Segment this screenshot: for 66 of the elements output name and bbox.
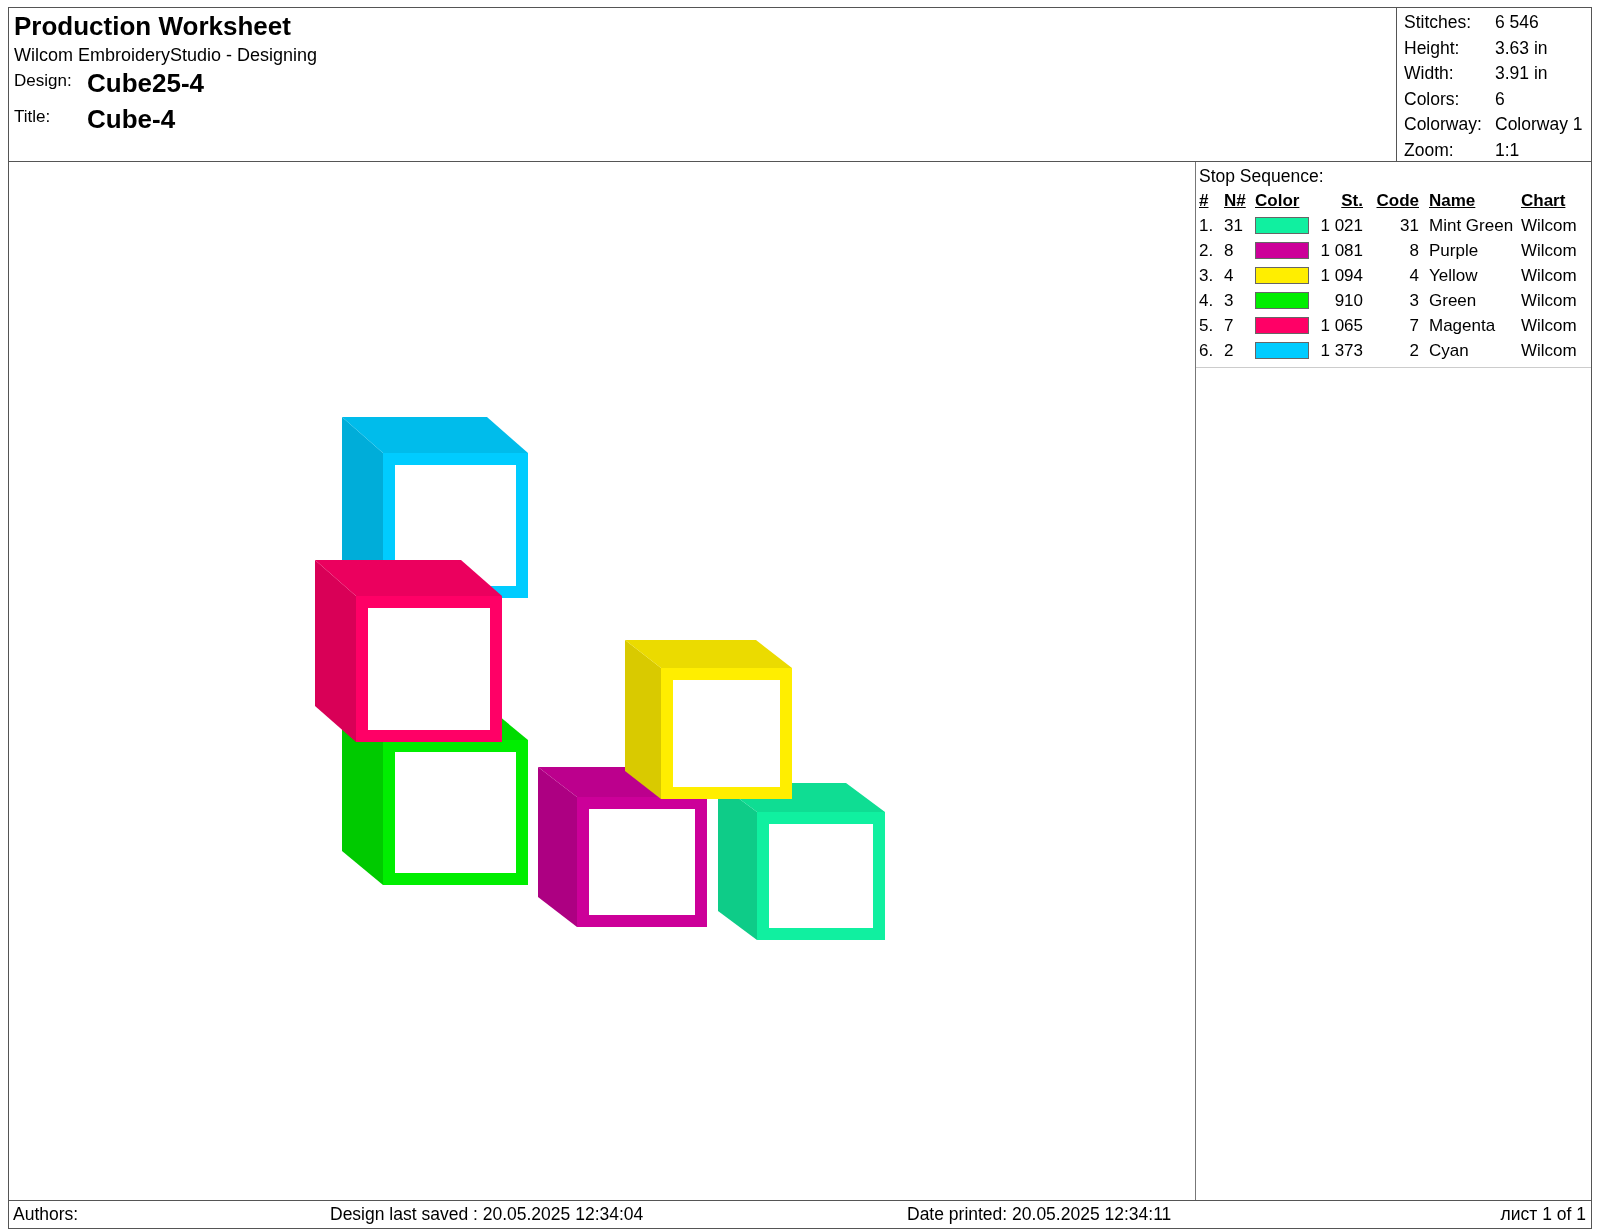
column-header: # xyxy=(1199,190,1210,211)
table-cell-text: 2 xyxy=(1224,340,1235,361)
table-cell-text: Magenta xyxy=(1428,315,1497,336)
table-cell-text: 5. xyxy=(1199,315,1215,336)
summary-label: Stitches: xyxy=(1404,12,1473,34)
summary-value: Colorway 1 xyxy=(1495,114,1583,136)
table-cell-text: 1 081 xyxy=(1319,240,1363,261)
last-saved-date: Design last saved : 20.05.2025 12:34:04 xyxy=(330,1204,645,1225)
table-cell-text: Wilcom xyxy=(1521,290,1578,311)
table-cell-text: Green xyxy=(1428,290,1478,311)
summary-label: Width: xyxy=(1404,63,1455,85)
summary-label: Colorway: xyxy=(1404,114,1483,136)
table-cell-text: 4 xyxy=(1408,265,1419,286)
summary-value: 3.91 in xyxy=(1495,63,1548,85)
software-name: Wilcom EmbroideryStudio - Designing xyxy=(14,44,319,67)
table-cell-text: 910 xyxy=(1333,290,1363,311)
table-cell-text: 2 xyxy=(1408,340,1419,361)
summary-value: 3.63 in xyxy=(1495,37,1548,59)
table-cell-text: 2. xyxy=(1199,240,1215,261)
table-cell-text: 1 065 xyxy=(1319,315,1363,336)
table-cell-text: 8 xyxy=(1408,240,1419,261)
column-header: St. xyxy=(1340,190,1363,211)
table-cell-text: 3 xyxy=(1408,290,1419,311)
table-cell-text: Wilcom xyxy=(1521,340,1578,361)
field-label: Design: xyxy=(14,71,73,91)
page-number: лист 1 of 1 xyxy=(1500,1204,1586,1225)
table-cell-text: 4 xyxy=(1224,265,1235,286)
table-cell-text: 31 xyxy=(1224,215,1244,236)
table-cell-text: 1 094 xyxy=(1319,265,1363,286)
field-value: Cube25-4 xyxy=(87,68,205,99)
table-cell-text: 31 xyxy=(1399,215,1419,236)
table-cell-text: 3. xyxy=(1199,265,1215,286)
print-date: Date printed: 20.05.2025 12:34:11 xyxy=(907,1204,1173,1225)
worksheet-title: Production Worksheet xyxy=(14,10,292,42)
column-header: Chart xyxy=(1521,190,1567,211)
summary-label: Colors: xyxy=(1404,88,1461,110)
table-cell-text: 1 373 xyxy=(1319,340,1363,361)
field-label: Title: xyxy=(14,107,52,127)
table-cell-text: Wilcom xyxy=(1521,265,1578,286)
table-cell-text: Yellow xyxy=(1428,265,1479,286)
authors-label: Authors: xyxy=(13,1204,80,1225)
summary-value: 6 xyxy=(1495,88,1505,110)
table-cell-text: 6. xyxy=(1199,340,1215,361)
table-cell-text: 4. xyxy=(1199,290,1215,311)
table-cell-text: Mint Green xyxy=(1428,215,1515,236)
table-cell-text: Wilcom xyxy=(1521,215,1578,236)
table-cell-text: Wilcom xyxy=(1521,315,1578,336)
column-header: N# xyxy=(1224,190,1247,211)
column-header: Name xyxy=(1428,190,1477,211)
table-cell-text: Wilcom xyxy=(1521,240,1578,261)
table-cell-text: Purple xyxy=(1428,240,1480,261)
table-cell-text: 8 xyxy=(1224,240,1235,261)
field-value: Cube-4 xyxy=(87,104,176,135)
summary-label: Zoom: xyxy=(1404,139,1455,161)
table-cell-text: Cyan xyxy=(1428,340,1470,361)
table-cell-text: 1. xyxy=(1199,215,1215,236)
column-header: Color xyxy=(1255,190,1301,211)
section-title: Stop Sequence: xyxy=(1199,165,1325,188)
table-cell-text: 1 021 xyxy=(1319,215,1363,236)
summary-value: 1:1 xyxy=(1495,139,1520,161)
column-header: Code xyxy=(1375,190,1419,211)
summary-value: 6 546 xyxy=(1495,12,1539,34)
table-cell-text: 7 xyxy=(1408,315,1419,336)
summary-label: Height: xyxy=(1404,37,1461,59)
table-cell-text: 3 xyxy=(1224,290,1235,311)
table-cell-text: 7 xyxy=(1224,315,1235,336)
